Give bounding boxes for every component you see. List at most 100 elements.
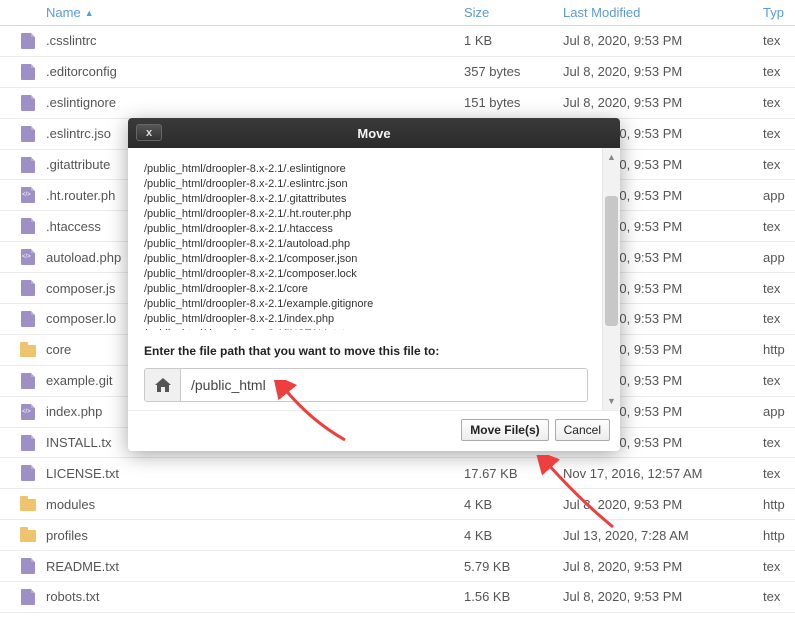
file-name: LICENSE.txt (44, 466, 464, 481)
list-item: /public_html/droopler-8.x-2.1/.htaccess (144, 222, 580, 237)
file-type: tex (763, 589, 795, 604)
file-type: tex (763, 435, 795, 450)
home-icon (155, 378, 171, 392)
destination-path-input[interactable] (181, 369, 587, 401)
file-name: README.txt (44, 559, 464, 574)
scroll-down-icon[interactable]: ▼ (607, 392, 616, 410)
file-size: 5.79 KB (464, 559, 563, 574)
list-item: /public_html/droopler-8.x-2.1/composer.l… (144, 267, 580, 282)
file-type: tex (763, 64, 795, 79)
file-size: 1.56 KB (464, 589, 563, 604)
file-icon (21, 311, 35, 327)
dialog-title: Move (357, 126, 390, 141)
file-icon (21, 95, 35, 111)
table-header-row: Name ▲ Size Last Modified Typ (0, 0, 795, 26)
file-size: 151 bytes (464, 95, 563, 110)
list-item: /public_html/droopler-8.x-2.1/.ht.router… (144, 207, 580, 222)
table-row[interactable]: LICENSE.txt17.67 KBNov 17, 2016, 12:57 A… (0, 458, 795, 489)
file-name: profiles (44, 528, 464, 543)
file-name: .csslintrc (44, 33, 464, 48)
table-row[interactable]: README.txt5.79 KBJul 8, 2020, 9:53 PMtex (0, 551, 795, 582)
file-name: .editorconfig (44, 64, 464, 79)
file-modified: Jul 8, 2020, 9:53 PM (563, 497, 763, 512)
file-type: tex (763, 373, 795, 388)
table-row[interactable]: .eslintignore151 bytesJul 8, 2020, 9:53 … (0, 88, 795, 119)
file-type: app (763, 188, 795, 203)
file-icon (21, 157, 35, 173)
file-name: .eslintignore (44, 95, 464, 110)
scroll-up-icon[interactable]: ▲ (607, 148, 616, 166)
list-item: /public_html/droopler-8.x-2.1/.eslintign… (144, 162, 580, 177)
list-item: /public_html/droopler-8.x-2.1/.gitattrib… (144, 192, 580, 207)
list-item: /public_html/droopler-8.x-2.1/autoload.p… (144, 237, 580, 252)
file-size: 4 KB (464, 497, 563, 512)
scroll-thumb[interactable] (605, 196, 618, 326)
file-icon (21, 373, 35, 389)
code-file-icon (21, 404, 35, 420)
list-item: /public_html/droopler-8.x-2.1/INSTALL.tx… (144, 327, 580, 330)
list-item: /public_html/droopler-8.x-2.1/index.php (144, 312, 580, 327)
dialog-scrollbar[interactable]: ▲ ▼ (602, 148, 620, 410)
file-type: tex (763, 95, 795, 110)
file-icon (21, 435, 35, 451)
folder-icon (20, 345, 36, 357)
file-icon (21, 126, 35, 142)
move-dialog: x Move /public_html/droopler-8.x-2.1/.es… (128, 118, 620, 451)
file-type: tex (763, 219, 795, 234)
col-header-name[interactable]: Name ▲ (44, 5, 464, 20)
file-type: tex (763, 157, 795, 172)
file-type: http (763, 497, 795, 512)
file-modified: Jul 8, 2020, 9:53 PM (563, 64, 763, 79)
file-type: tex (763, 281, 795, 296)
file-type: tex (763, 559, 795, 574)
file-type: tex (763, 311, 795, 326)
code-file-icon (21, 187, 35, 203)
file-type: http (763, 342, 795, 357)
file-icon (21, 218, 35, 234)
list-item: /public_html/droopler-8.x-2.1/core (144, 282, 580, 297)
file-size: 17.67 KB (464, 466, 563, 481)
file-type: tex (763, 33, 795, 48)
col-header-size[interactable]: Size (464, 5, 563, 20)
file-size: 357 bytes (464, 64, 563, 79)
file-icon (21, 558, 35, 574)
col-header-type[interactable]: Typ (763, 5, 795, 20)
home-button[interactable] (145, 369, 181, 401)
close-button[interactable]: x (136, 124, 162, 141)
table-row[interactable]: robots.txt1.56 KBJul 8, 2020, 9:53 PMtex (0, 582, 795, 613)
file-size: 4 KB (464, 528, 563, 543)
file-type: app (763, 250, 795, 265)
list-item: /public_html/droopler-8.x-2.1/example.gi… (144, 297, 580, 312)
file-type: tex (763, 126, 795, 141)
file-type: tex (763, 466, 795, 481)
selected-files-list[interactable]: /public_html/droopler-8.x-2.1/.eslintign… (144, 162, 588, 330)
file-icon (21, 33, 35, 49)
code-file-icon (21, 249, 35, 265)
table-row[interactable]: modules4 KBJul 8, 2020, 9:53 PMhttp (0, 489, 795, 520)
table-row[interactable]: .editorconfig357 bytesJul 8, 2020, 9:53 … (0, 57, 795, 88)
file-type: app (763, 404, 795, 419)
file-type: http (763, 528, 795, 543)
col-header-modified[interactable]: Last Modified (563, 5, 763, 20)
file-modified: Jul 13, 2020, 7:28 AM (563, 528, 763, 543)
file-modified: Jul 8, 2020, 9:53 PM (563, 589, 763, 604)
file-modified: Jul 8, 2020, 9:53 PM (563, 559, 763, 574)
table-row[interactable]: .csslintrc1 KBJul 8, 2020, 9:53 PMtex (0, 26, 795, 57)
file-modified: Jul 8, 2020, 9:53 PM (563, 33, 763, 48)
list-item: /public_html/droopler-8.x-2.1/.eslintrc.… (144, 177, 580, 192)
table-row[interactable]: profiles4 KBJul 13, 2020, 7:28 AMhttp (0, 520, 795, 551)
file-icon (21, 465, 35, 481)
dialog-titlebar: x Move (128, 118, 620, 148)
move-files-button[interactable]: Move File(s) (461, 419, 548, 441)
cancel-button[interactable]: Cancel (555, 419, 610, 441)
file-name: robots.txt (44, 589, 464, 604)
path-prompt-label: Enter the file path that you want to mov… (144, 344, 588, 358)
file-size: 1 KB (464, 33, 563, 48)
file-modified: Nov 17, 2016, 12:57 AM (563, 466, 763, 481)
folder-icon (20, 499, 36, 511)
list-item: /public_html/droopler-8.x-2.1/composer.j… (144, 252, 580, 267)
path-input-group (144, 368, 588, 402)
dialog-footer: Move File(s) Cancel (128, 410, 620, 451)
file-icon (21, 64, 35, 80)
folder-icon (20, 530, 36, 542)
